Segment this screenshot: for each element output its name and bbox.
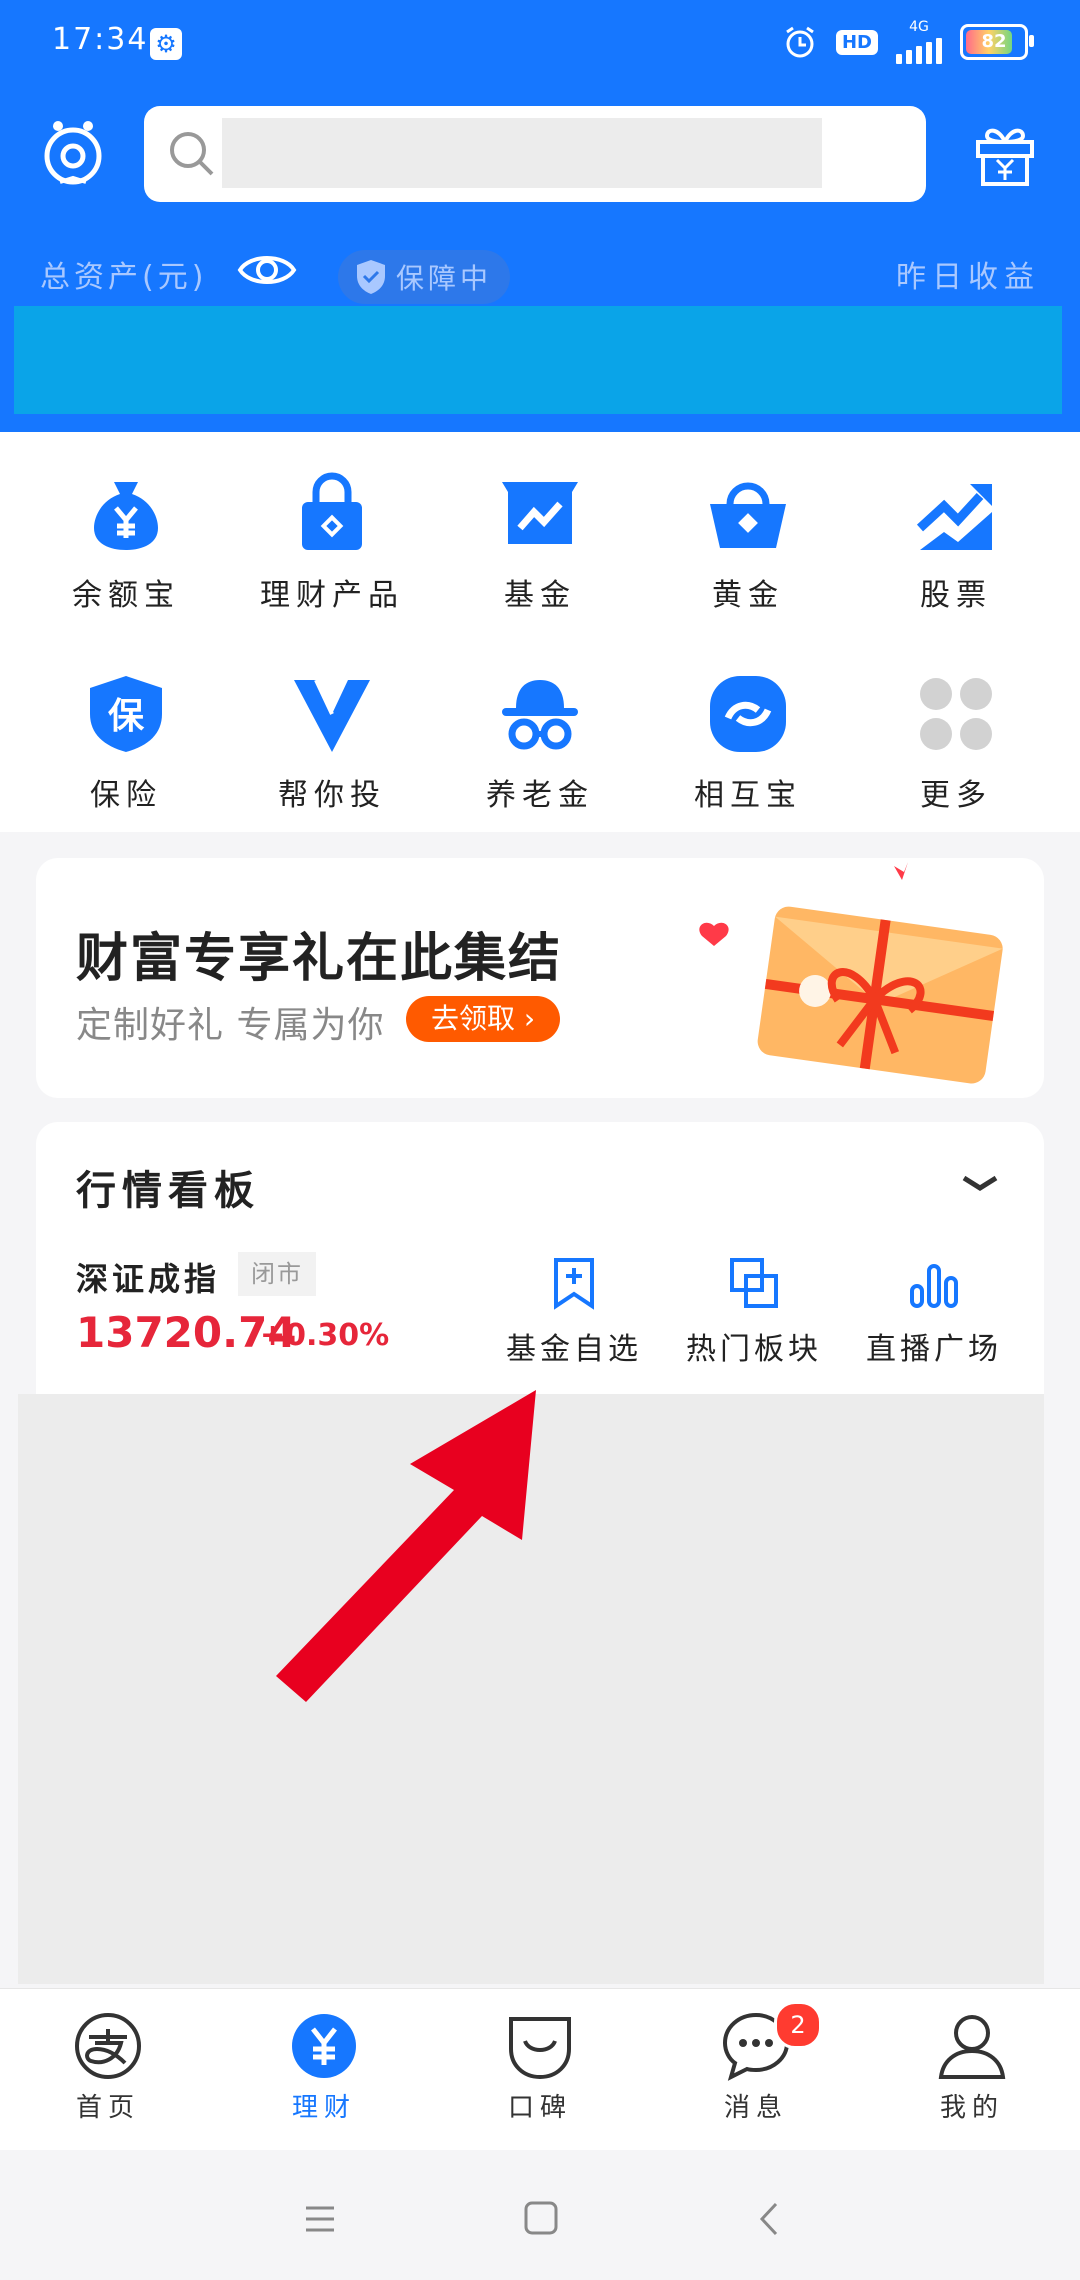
home-square-icon[interactable]	[510, 2194, 570, 2244]
header: 17:34 ⚙ HD 4G 82 总资产(元) 保障中 昨日收益	[0, 0, 1080, 432]
eye-icon[interactable]	[236, 244, 298, 296]
system-nav-bar	[0, 2150, 1080, 2280]
claim-button-label: 去领取	[430, 1002, 515, 1035]
market-board: 行情看板 深证成指 闭市 13720.74 +0.30% 基金自选 热门板块 直…	[36, 1122, 1044, 1394]
status-time: 17:34	[52, 22, 149, 57]
help-invest-icon	[294, 679, 370, 752]
hd-badge: HD	[835, 29, 878, 55]
grid-label: 养老金	[486, 778, 594, 813]
tab-label: 口碑	[507, 2093, 572, 2123]
tab-home[interactable]: 首页	[0, 2011, 216, 2124]
index-name[interactable]: 深证成指	[76, 1254, 220, 1300]
grid-label: 股票	[920, 578, 992, 613]
market-status-badge: 闭市	[238, 1252, 316, 1296]
grid-label: 理财产品	[260, 578, 404, 613]
grid-label: 黄金	[712, 578, 784, 613]
market-title: 行情看板	[76, 1168, 260, 1214]
grid-label: 保险	[90, 778, 162, 813]
gear-icon: ⚙	[150, 28, 182, 60]
index-change: +0.30%	[260, 1318, 390, 1353]
message-count-badge: 2	[774, 2001, 822, 2049]
avatar-icon	[44, 121, 102, 185]
mutual-aid-icon	[710, 676, 786, 752]
grid-label: 相互宝	[694, 778, 802, 813]
grid-item-fund[interactable]: 基金	[432, 432, 648, 632]
grid-label: 帮你投	[278, 778, 386, 813]
tab-me[interactable]: 我的	[864, 2011, 1080, 2124]
gift-yuan-icon	[976, 128, 1034, 186]
battery-icon: 82	[960, 24, 1034, 60]
tab-wealth[interactable]: 理财	[216, 2011, 432, 2124]
alarm-clock-icon	[786, 26, 814, 58]
alipay-home-icon	[75, 2013, 141, 2079]
signal-icon	[896, 34, 942, 64]
fund-watchlist-label: 基金自选	[506, 1332, 642, 1367]
tab-messages[interactable]: 2 消息	[648, 2001, 864, 2124]
fund-chart-icon	[502, 482, 578, 544]
grid-label: 基金	[504, 578, 576, 613]
stock-trend-icon	[916, 484, 992, 550]
more-grid-icon	[920, 678, 992, 750]
grid-item-yuebao[interactable]: 余额宝	[18, 432, 234, 632]
live-plaza-button[interactable]: 直播广场	[844, 1256, 1024, 1368]
tab-label: 首页	[75, 2093, 140, 2123]
tab-label: 理财	[291, 2093, 356, 2123]
status-icons: HD 4G 82	[782, 19, 1034, 64]
chevron-down-icon[interactable]	[956, 1160, 1004, 1208]
gold-basket-icon	[710, 482, 786, 548]
tab-label: 我的	[939, 2093, 1004, 2123]
promo-subtitle: 定制好礼 专属为你	[76, 1005, 385, 1046]
grid-item-insurance[interactable]: 保 保险	[18, 632, 234, 832]
network-type: 4G	[909, 19, 929, 35]
search-icon	[170, 132, 214, 176]
back-icon[interactable]	[740, 2194, 800, 2244]
grid-item-gold[interactable]: 黄金	[640, 432, 856, 632]
person-icon	[938, 2015, 1006, 2079]
money-bag-icon	[94, 482, 158, 550]
yesterday-income-label: 昨日收益	[896, 260, 1040, 295]
red-arrow-annotation	[276, 1390, 536, 1702]
total-assets-label: 总资产(元)	[40, 260, 208, 295]
search-bar[interactable]	[144, 106, 926, 202]
yuan-coin-icon	[292, 2014, 356, 2078]
grid-item-mutual-aid[interactable]: 相互宝	[640, 632, 856, 832]
claim-button[interactable]: 去领取 ›	[406, 996, 560, 1042]
fund-watchlist-button[interactable]: 基金自选	[484, 1256, 664, 1368]
insurance-shield-icon: 保	[90, 676, 162, 752]
hot-sectors-label: 热门板块	[686, 1332, 822, 1367]
bottom-tab-bar: 首页 理财 口碑 2 消息 我的	[0, 1988, 1080, 2151]
live-plaza-label: 直播广场	[866, 1332, 1002, 1367]
hot-sectors-button[interactable]: 热门板块	[664, 1256, 844, 1368]
tab-label: 消息	[723, 2093, 788, 2123]
bars-icon	[910, 1264, 958, 1308]
protect-badge[interactable]: 保障中	[338, 250, 510, 304]
feature-grid: 余额宝 理财产品 基金 黄金 股票 保 保险 帮你投 养老金 相互宝 更多	[0, 432, 1080, 832]
search-input[interactable]	[222, 118, 822, 188]
grid-label: 更多	[920, 778, 992, 813]
bookmark-plus-icon	[554, 1258, 594, 1310]
grid-item-stock[interactable]: 股票	[848, 432, 1064, 632]
promo-card[interactable]: 财富专享礼在此集结 定制好礼 专属为你 去领取 ›	[36, 858, 1044, 1098]
tab-koubei[interactable]: 口碑	[432, 2011, 648, 2124]
gift-button[interactable]	[970, 118, 1040, 188]
menu-icon[interactable]	[290, 2194, 350, 2244]
svg-text:保: 保	[108, 696, 145, 737]
grid-item-pension[interactable]: 养老金	[432, 632, 648, 832]
pension-icon	[502, 680, 578, 750]
avatar[interactable]	[40, 118, 106, 190]
gift-envelope-icon	[699, 862, 1003, 1084]
grid-label: 余额宝	[72, 578, 180, 613]
protect-label: 保障中	[396, 262, 493, 295]
layers-icon	[730, 1258, 778, 1308]
lock-bag-icon	[302, 472, 362, 550]
assets-value-panel	[14, 306, 1062, 414]
grid-item-more[interactable]: 更多	[848, 632, 1064, 832]
grid-item-help-invest[interactable]: 帮你投	[224, 632, 440, 832]
promo-title: 财富专享礼在此集结	[76, 929, 563, 989]
grid-item-wealth-products[interactable]: 理财产品	[224, 432, 440, 632]
shield-check-icon	[357, 260, 385, 294]
koubei-bag-icon	[509, 2017, 571, 2080]
battery-level: 82	[981, 31, 1007, 52]
